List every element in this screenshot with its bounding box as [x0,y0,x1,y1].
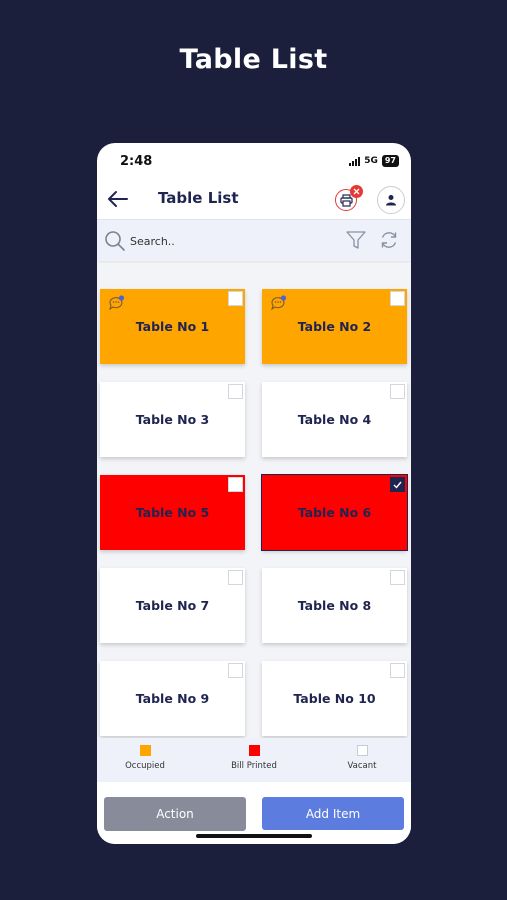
legend-occupied: Occupied [100,745,190,771]
checkmark-icon [393,481,402,489]
table-card[interactable]: Table No 5 [100,475,245,550]
table-card[interactable]: Table No 9 [100,661,245,736]
legend-swatch-bill-printed [248,745,260,756]
table-checkbox[interactable] [228,477,243,492]
user-icon [386,195,396,206]
table-card[interactable]: Table No 3 [100,382,245,457]
home-indicator [196,834,312,838]
filter-icon[interactable] [346,230,366,250]
table-checkbox[interactable] [390,291,405,306]
refresh-icon[interactable] [379,230,399,250]
table-card-label: Table No 7 [135,598,210,613]
search-input[interactable] [130,231,330,251]
legend-vacant: Vacant [317,745,407,771]
table-checkbox[interactable] [390,384,405,399]
search-bar [97,219,411,261]
phone-frame: 2:48 5G 97 Table List Search.. Table No … [97,143,411,844]
table-card[interactable]: Table No 8 [262,568,407,643]
status-bar: 2:48 5G 97 [97,143,411,179]
battery-icon: 97 [381,155,399,167]
network-type: 5G [364,156,378,166]
signal-icon [349,156,361,166]
table-card[interactable]: Table No 4 [262,382,407,457]
status-legend: Occupied Bill Printed Vacant [97,738,411,782]
chat-icon[interactable] [108,295,126,311]
page-title: Table List [158,189,239,207]
table-checkbox[interactable] [390,477,405,492]
back-arrow-icon [108,191,128,207]
table-checkbox[interactable] [228,570,243,585]
promo-title: Table List [179,44,328,75]
app-header: Table List [97,179,411,219]
legend-label: Occupied [125,761,165,771]
close-badge-icon[interactable] [350,185,363,198]
table-card-label: Table No 2 [297,319,372,334]
table-card-label: Table No 8 [297,598,372,613]
add-item-button[interactable]: Add Item [262,797,404,830]
chat-icon[interactable] [270,295,288,311]
table-checkbox[interactable] [228,384,243,399]
table-checkbox[interactable] [228,291,243,306]
legend-label: Vacant [347,761,377,771]
table-card-label: Table No 9 [135,691,210,706]
status-time: 2:48 [120,153,153,169]
table-card[interactable]: Table No 6 [261,474,408,551]
back-button[interactable] [106,188,130,210]
table-checkbox[interactable] [390,570,405,585]
table-card[interactable]: Table No 10 [262,661,407,736]
table-card-label: Table No 10 [293,691,376,706]
search-icon [105,231,125,251]
table-card[interactable]: Table No 1 [100,289,245,364]
profile-button[interactable] [377,186,405,214]
table-checkbox[interactable] [228,663,243,678]
table-card[interactable]: Table No 7 [100,568,245,643]
table-card-label: Table No 5 [135,505,210,520]
table-checkbox[interactable] [390,663,405,678]
table-card-label: Table No 3 [135,412,210,427]
table-card-label: Table No 1 [135,319,210,334]
legend-swatch-vacant [356,745,368,756]
legend-swatch-occupied [139,745,151,756]
table-grid: Table No 1 Table No 2 Table No 3 Table No 4… [97,263,411,738]
table-card-label: Table No 6 [297,505,372,520]
table-card[interactable]: Table No 2 [262,289,407,364]
legend-label: Bill Printed [231,761,277,771]
status-indicators: 5G 97 [349,155,399,167]
table-card-label: Table No 4 [297,412,372,427]
legend-bill-printed: Bill Printed [209,745,299,771]
action-button[interactable]: Action [104,797,246,831]
